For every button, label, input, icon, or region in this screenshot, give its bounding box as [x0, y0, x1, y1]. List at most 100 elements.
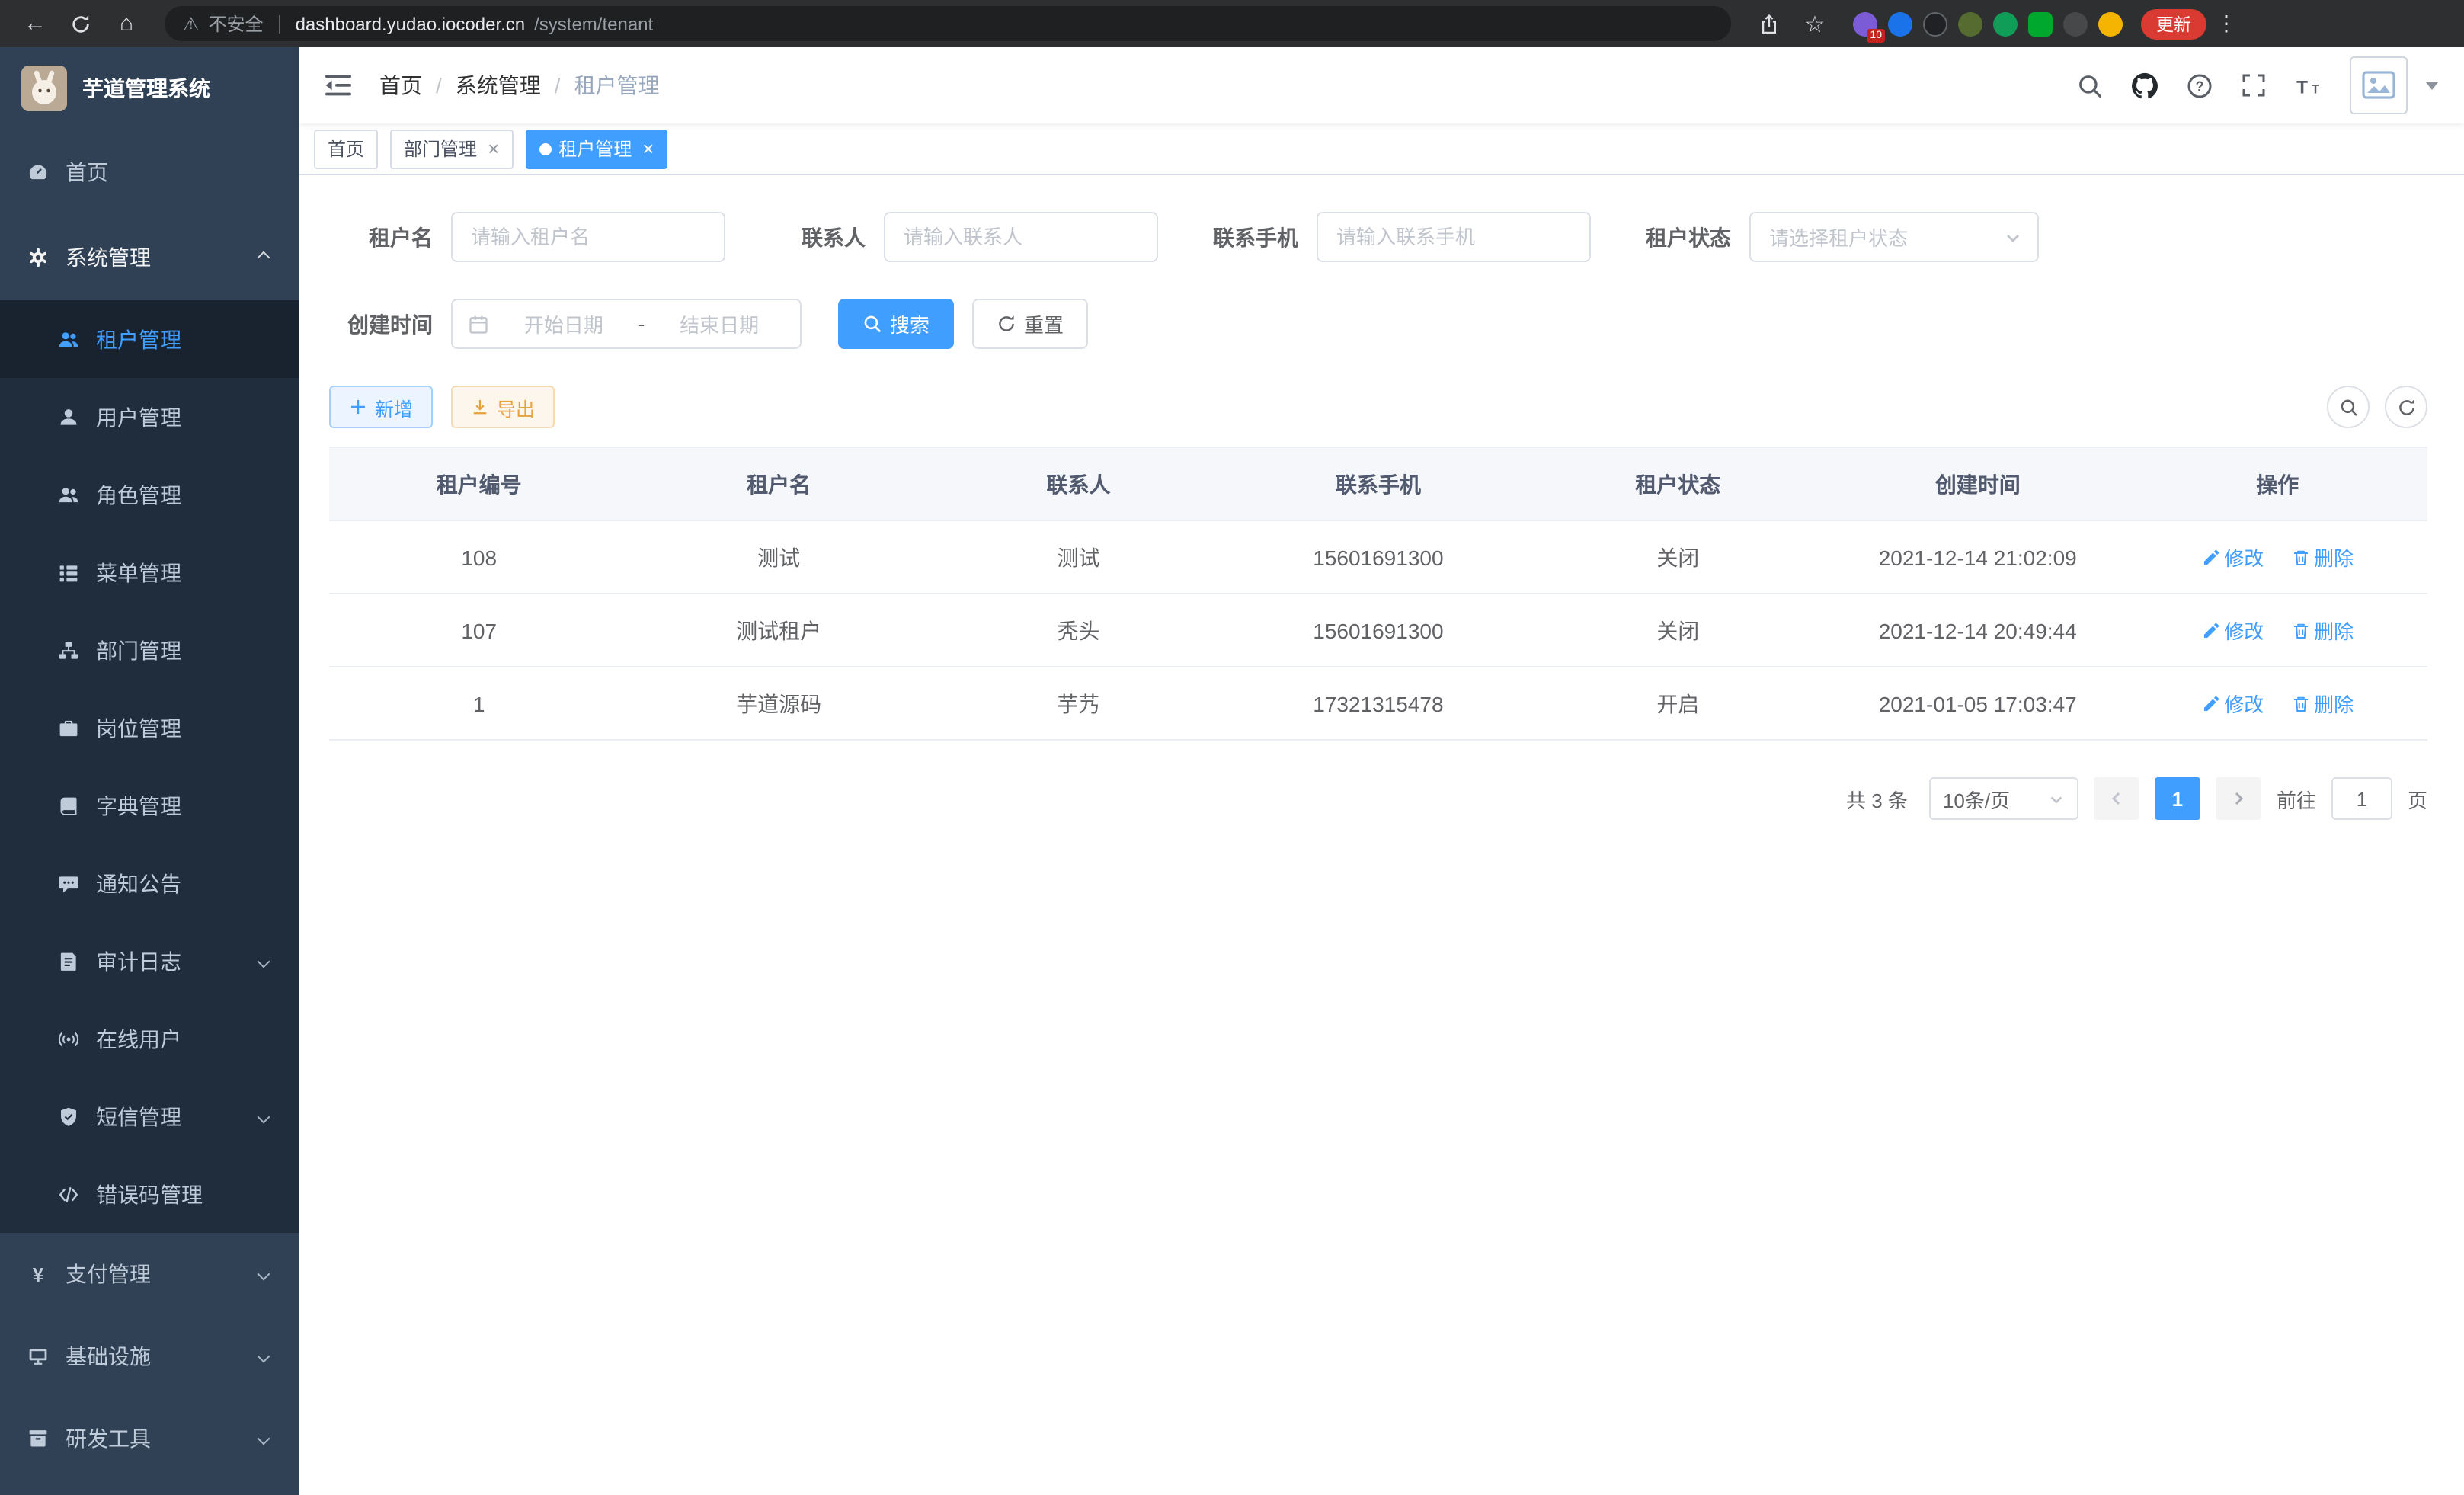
page-size-select[interactable]: 10条/页	[1929, 777, 2078, 820]
extension-icon[interactable]: 10	[1853, 11, 1877, 36]
dashboard-icon	[27, 162, 49, 183]
extension-icon[interactable]	[2028, 11, 2053, 36]
contact-input[interactable]	[884, 212, 1158, 262]
app-frame: 芋道管理系统 首页 系统管理	[0, 47, 2464, 1495]
sidebar-item-dict[interactable]: 字典管理	[0, 767, 299, 844]
column-header: 租户名	[629, 447, 928, 520]
bookmark-star-icon[interactable]: ☆	[1795, 4, 1835, 43]
extension-badge: 10	[1867, 28, 1885, 42]
github-icon[interactable]	[2121, 62, 2167, 108]
next-page-button[interactable]	[2216, 777, 2261, 820]
column-header: 操作	[2127, 447, 2427, 520]
tag-close-icon[interactable]: ×	[642, 139, 654, 158]
date-range-picker[interactable]: 开始日期 - 结束日期	[451, 299, 802, 349]
toggle-search-button[interactable]	[2327, 386, 2370, 428]
signal-icon	[58, 1028, 79, 1049]
toolbar-right	[2327, 386, 2427, 428]
extension-icon[interactable]	[1923, 11, 1947, 36]
sidebar-toggle-button[interactable]	[322, 69, 355, 102]
pagination: 共 3 条 10条/页 1 前往 页	[329, 777, 2427, 820]
status-select[interactable]: 请选择租户状态	[1749, 212, 2039, 262]
sidebar-item-user[interactable]: 用户管理	[0, 378, 299, 456]
sidebar-item-home[interactable]: 首页	[0, 130, 299, 215]
cell-actions: 修改 删除	[2127, 667, 2427, 740]
tenant-table: 租户编号 租户名 联系人 联系手机 租户状态 创建时间 操作 108 测试	[329, 447, 2427, 741]
extension-icon[interactable]	[1993, 11, 2018, 36]
extension-icon[interactable]	[2063, 11, 2088, 36]
tag-dept[interactable]: 部门管理 ×	[390, 129, 513, 168]
chevron-right-icon	[2229, 789, 2248, 808]
add-button[interactable]: 新增	[329, 386, 433, 428]
sidebar-item-online-users[interactable]: 在线用户	[0, 1000, 299, 1077]
prev-page-button[interactable]	[2094, 777, 2139, 820]
reload-icon[interactable]	[61, 4, 101, 43]
sidebar-item-sms[interactable]: 短信管理	[0, 1077, 299, 1155]
sidebar-item-menu[interactable]: 菜单管理	[0, 533, 299, 611]
sidebar-item-audit-log[interactable]: 审计日志	[0, 922, 299, 1000]
mobile-input[interactable]	[1317, 212, 1591, 262]
home-icon[interactable]: ⌂	[107, 4, 146, 43]
address-bar[interactable]: ⚠ 不安全 dashboard.yudao.iocoder.cn/system/…	[165, 6, 1731, 41]
avatar[interactable]	[2350, 56, 2408, 114]
sidebar-item-tenant[interactable]: 租户管理	[0, 300, 299, 378]
extension-icon[interactable]	[1958, 11, 1982, 36]
filter-tenant-name: 租户名	[329, 212, 725, 262]
start-date-placeholder: 开始日期	[498, 309, 629, 338]
column-header: 租户状态	[1528, 447, 1828, 520]
delete-button[interactable]: 删除	[2291, 543, 2354, 571]
cell-mobile: 15601691300	[1228, 520, 1528, 594]
cell-status: 关闭	[1528, 594, 1828, 667]
help-icon[interactable]: ?	[2176, 62, 2222, 108]
tag-close-icon[interactable]: ×	[488, 139, 499, 158]
tag-label: 首页	[328, 136, 364, 162]
sidebar-item-pay[interactable]: ¥ 支付管理	[0, 1233, 299, 1315]
edit-button[interactable]: 修改	[2201, 543, 2264, 571]
tag-home[interactable]: 首页	[314, 129, 378, 168]
pencil-icon	[2201, 621, 2219, 639]
search-icon	[2338, 397, 2358, 417]
browser-menu-icon[interactable]: ⋮	[2213, 11, 2240, 37]
refresh-icon	[2396, 397, 2416, 417]
url-host: dashboard.yudao.iocoder.cn	[296, 13, 526, 34]
avatar-caret-icon[interactable]	[2426, 82, 2438, 89]
breadcrumb-system[interactable]: 系统管理	[456, 70, 541, 101]
cell-created: 2021-12-14 20:49:44	[1828, 594, 2127, 667]
sidebar-menu: 首页 系统管理 租户管理	[0, 130, 299, 1480]
sidebar-item-label: 通知公告	[96, 868, 181, 898]
edit-button[interactable]: 修改	[2201, 689, 2264, 718]
sidebar-item-role[interactable]: 角色管理	[0, 456, 299, 533]
share-icon[interactable]	[1749, 4, 1789, 43]
tenant-name-input[interactable]	[451, 212, 725, 262]
search-button[interactable]: 搜索	[838, 299, 954, 349]
sidebar-item-infra[interactable]: 基础设施	[0, 1315, 299, 1397]
font-size-icon[interactable]: TT	[2286, 62, 2331, 108]
goto-page-input[interactable]	[2331, 777, 2392, 820]
cell-contact: 测试	[929, 520, 1228, 594]
profile-avatar-icon[interactable]	[2098, 11, 2123, 36]
sidebar-item-post[interactable]: 岗位管理	[0, 689, 299, 767]
delete-button[interactable]: 删除	[2291, 689, 2354, 718]
back-icon[interactable]: ←	[15, 4, 55, 43]
edit-button[interactable]: 修改	[2201, 616, 2264, 645]
breadcrumb-current: 租户管理	[574, 70, 660, 101]
book-icon	[58, 795, 79, 816]
cell-status: 开启	[1528, 667, 1828, 740]
sidebar-item-dev-tools[interactable]: 研发工具	[0, 1397, 299, 1480]
breadcrumb-home[interactable]: 首页	[379, 70, 422, 101]
yen-icon: ¥	[27, 1263, 49, 1285]
sidebar-item-notice[interactable]: 通知公告	[0, 844, 299, 922]
delete-button[interactable]: 删除	[2291, 616, 2354, 645]
sidebar-item-dept[interactable]: 部门管理	[0, 611, 299, 689]
sidebar-item-error-code[interactable]: 错误码管理	[0, 1155, 299, 1233]
sidebar-item-system[interactable]: 系统管理	[0, 215, 299, 300]
export-button[interactable]: 导出	[451, 386, 555, 428]
refresh-table-button[interactable]	[2385, 386, 2427, 428]
chrome-update-button[interactable]: 更新	[2141, 8, 2206, 39]
fullscreen-icon[interactable]	[2231, 62, 2277, 108]
plus-icon	[349, 398, 367, 416]
reset-button[interactable]: 重置	[972, 299, 1088, 349]
tag-tenant[interactable]: 租户管理 ×	[525, 129, 667, 168]
search-icon[interactable]	[2066, 62, 2112, 108]
extension-icon[interactable]	[1888, 11, 1912, 36]
page-number-button[interactable]: 1	[2155, 777, 2200, 820]
